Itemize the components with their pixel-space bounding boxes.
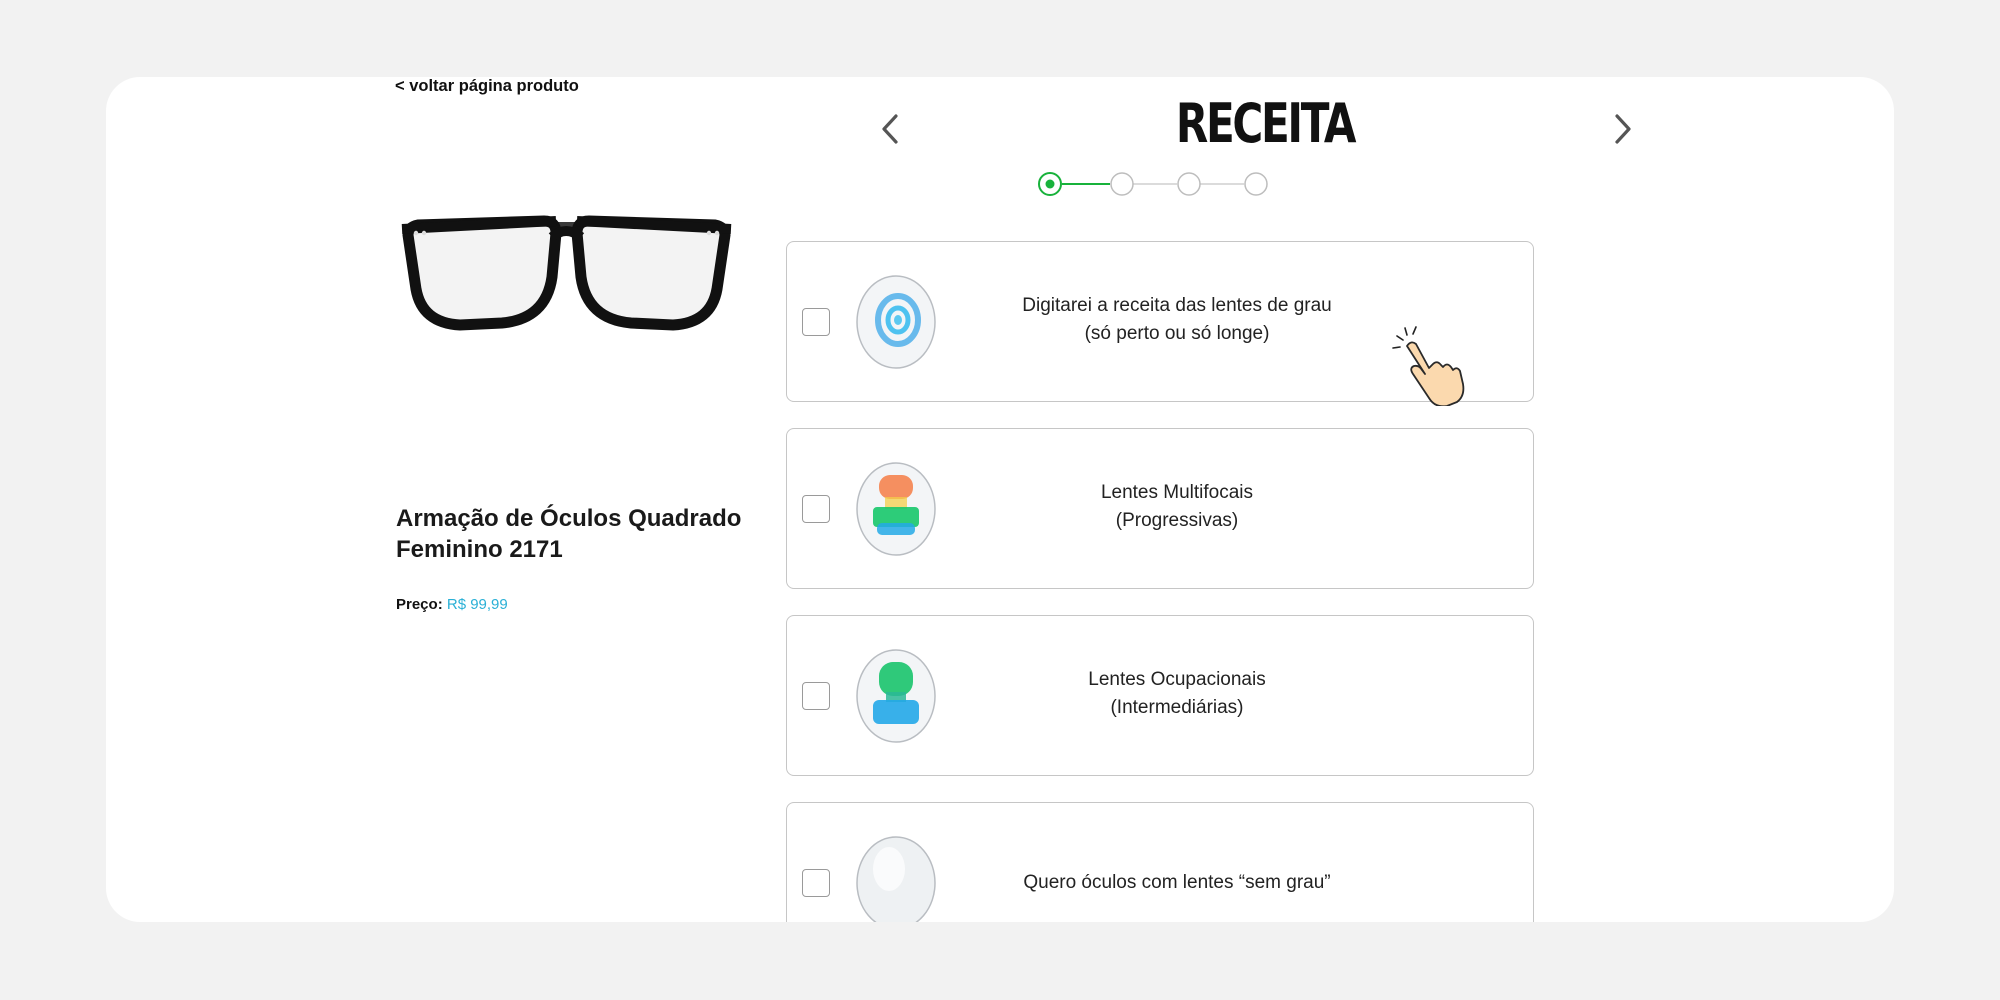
option-line1: Digitarei a receita das lentes de grau bbox=[1022, 295, 1332, 316]
step-dot-1[interactable] bbox=[1038, 172, 1062, 196]
option-occupational[interactable]: Lentes Ocupacionais (Intermediárias) bbox=[786, 615, 1534, 776]
option-single-vision[interactable]: Digitarei a receita das lentes de grau (… bbox=[786, 241, 1534, 406]
option-label: Lentes Multifocais (Progressivas) bbox=[977, 479, 1377, 535]
step-dot-3[interactable] bbox=[1177, 172, 1201, 196]
price-value: R$ 99,99 bbox=[446, 596, 508, 613]
occupational-lens-icon bbox=[856, 649, 936, 743]
price-label: Preço: bbox=[396, 596, 443, 613]
main-card: < voltar página produto Armação de Óculo… bbox=[106, 77, 1894, 922]
step-dot-2[interactable] bbox=[1110, 172, 1134, 196]
option-line2: (Progressivas) bbox=[1115, 510, 1239, 531]
chevron-right-icon[interactable] bbox=[1609, 112, 1637, 146]
option-line1: Quero óculos com lentes “sem grau” bbox=[1023, 872, 1331, 893]
product-name: Armação de Óculos Quadrado Feminino 2171 bbox=[396, 505, 742, 563]
option-label: Digitarei a receita das lentes de grau (… bbox=[977, 292, 1377, 348]
chevron-left-icon[interactable] bbox=[876, 112, 904, 146]
option-label: Quero óculos com lentes “sem grau” bbox=[977, 869, 1377, 897]
step-title: RECEITA bbox=[1175, 92, 1357, 155]
option-line1: Lentes Ocupacionais bbox=[1088, 669, 1266, 690]
option-plain-lens[interactable]: Quero óculos com lentes “sem grau” bbox=[786, 802, 1534, 922]
step-progress bbox=[1038, 172, 1268, 196]
option-checkbox[interactable] bbox=[802, 495, 830, 523]
step-dot-4[interactable] bbox=[1244, 172, 1268, 196]
back-to-product-link[interactable]: < voltar página produto bbox=[395, 77, 579, 96]
option-checkbox[interactable] bbox=[802, 308, 830, 336]
product-price: Preço: R$ 99,99 bbox=[396, 596, 508, 613]
option-multifocal[interactable]: Lentes Multifocais (Progressivas) bbox=[786, 428, 1534, 589]
option-checkbox[interactable] bbox=[802, 869, 830, 897]
plain-lens-icon bbox=[856, 836, 936, 922]
option-line1: Lentes Multifocais bbox=[1100, 482, 1254, 503]
option-checkbox[interactable] bbox=[802, 682, 830, 710]
multifocal-lens-icon bbox=[856, 462, 936, 556]
option-line2: (só perto ou só longe) bbox=[1084, 323, 1270, 344]
option-line2: (Intermediárias) bbox=[1110, 697, 1244, 718]
pointer-hand-icon bbox=[1392, 326, 1465, 406]
single-vision-lens-icon bbox=[856, 275, 936, 369]
option-label: Lentes Ocupacionais (Intermediárias) bbox=[977, 666, 1377, 722]
product-image bbox=[401, 215, 732, 331]
